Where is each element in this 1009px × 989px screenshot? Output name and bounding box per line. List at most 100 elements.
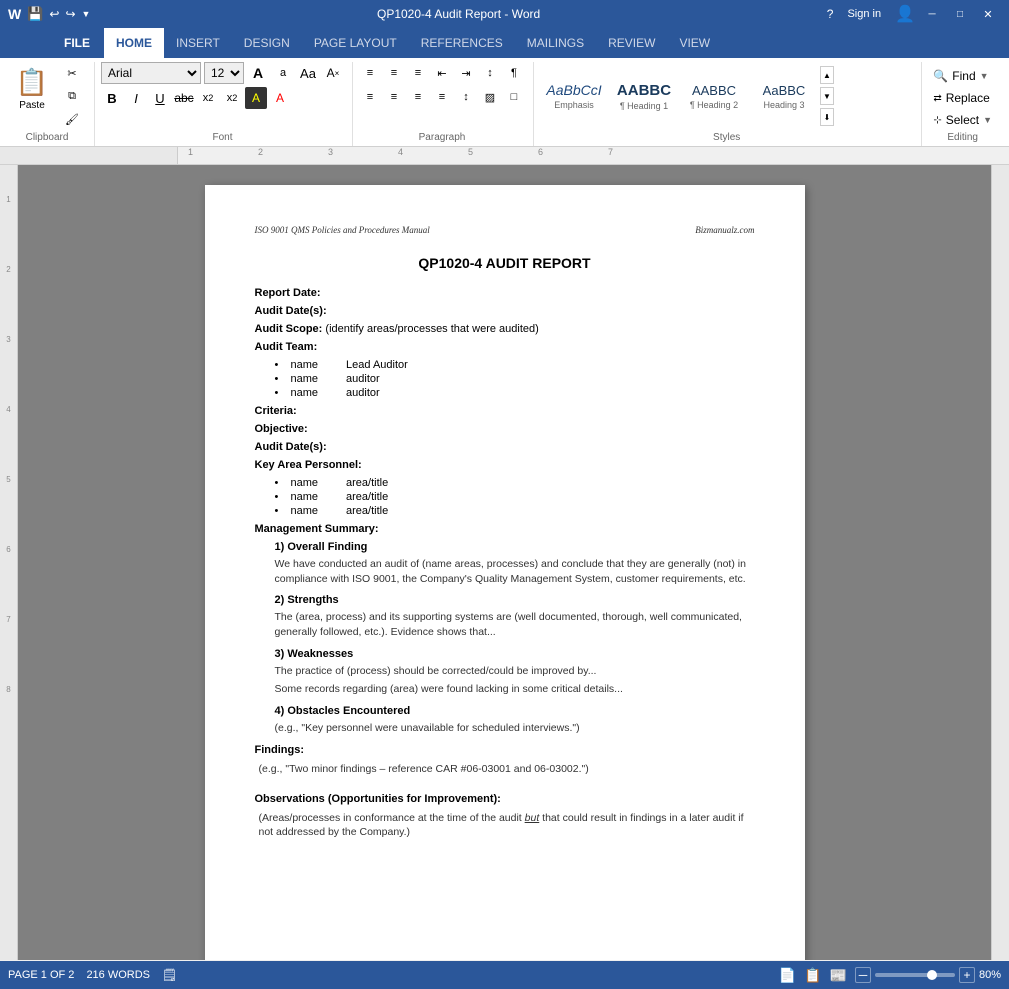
format-painter-button[interactable]: 🖌 — [58, 108, 86, 130]
minimize-btn[interactable]: ─ — [919, 5, 945, 23]
zoom-bar: ─ + 80% — [855, 967, 1001, 983]
styles-scroll-up[interactable]: ▲ — [820, 66, 834, 84]
bullets-btn[interactable]: ≡ — [359, 62, 381, 84]
styles-gallery: AaBbCcI Emphasis AABBC ¶ Heading 1 AABBC… — [540, 62, 913, 130]
tab-review[interactable]: REVIEW — [596, 28, 667, 58]
zoom-slider[interactable] — [875, 973, 955, 977]
clear-formatting-btn[interactable]: A× — [322, 62, 344, 84]
superscript-btn[interactable]: x2 — [221, 87, 243, 109]
team-role-2: auditor — [346, 373, 380, 385]
key-area-member-2: • name area/title — [275, 491, 755, 503]
tab-view[interactable]: VIEW — [667, 28, 722, 58]
ribbon-tabs: FILE HOME INSERT DESIGN PAGE LAYOUT REFE… — [0, 28, 1009, 58]
restore-btn[interactable]: □ — [947, 5, 973, 23]
tab-references[interactable]: REFERENCES — [409, 28, 515, 58]
style-heading2-preview: AABBC — [692, 83, 736, 98]
right-panel — [991, 165, 1009, 960]
team-name-1: name — [291, 359, 319, 371]
tab-file[interactable]: FILE — [50, 28, 104, 58]
find-arrow: ▼ — [980, 71, 989, 81]
underline-btn[interactable]: U — [149, 87, 171, 109]
shading-btn[interactable]: ▨ — [479, 86, 501, 108]
key-name-2: name — [291, 491, 319, 503]
key-bullet-1: • — [275, 477, 283, 489]
section-3-heading: 3) Weaknesses — [275, 648, 755, 660]
left-ruler-6: 6 — [0, 545, 17, 554]
quick-more[interactable]: ▼ — [82, 9, 91, 19]
font-name-select[interactable]: Arial — [101, 62, 201, 84]
section-1-heading: 1) Overall Finding — [275, 541, 755, 553]
view-read-btn[interactable]: 📰 — [830, 967, 847, 984]
ruler-mark-2: 2 — [258, 147, 263, 157]
document-page[interactable]: ISO 9001 QMS Policies and Procedures Man… — [205, 185, 805, 960]
style-heading3[interactable]: AaBBC Heading 3 — [750, 66, 818, 126]
audit-team-row: Audit Team: — [255, 341, 755, 353]
clipboard-group-content: 📋 Paste ✂ ⧉ 🖌 — [8, 62, 86, 130]
tab-home[interactable]: HOME — [104, 28, 164, 58]
copy-button[interactable]: ⧉ — [58, 85, 86, 107]
left-ruler-8: 8 — [0, 685, 17, 694]
font-size-select[interactable]: 12 — [204, 62, 244, 84]
tab-page-layout[interactable]: PAGE LAYOUT — [302, 28, 409, 58]
ruler-mark-4: 4 — [398, 147, 403, 157]
paste-icon: 📋 — [16, 67, 48, 98]
findings-label: Findings: — [255, 744, 305, 756]
align-center-btn[interactable]: ≡ — [383, 86, 405, 108]
zoom-plus-btn[interactable]: + — [959, 967, 975, 983]
help-btn[interactable]: ? — [827, 7, 834, 21]
grow-font-btn[interactable]: A — [247, 62, 269, 84]
paste-button[interactable]: 📋 Paste — [8, 62, 56, 116]
quick-undo[interactable]: ↩ — [49, 7, 59, 21]
tab-mailings[interactable]: MAILINGS — [515, 28, 596, 58]
increase-indent-btn[interactable]: ⇥ — [455, 62, 477, 84]
font-color-btn[interactable]: A — [269, 87, 291, 109]
align-left-btn[interactable]: ≡ — [359, 86, 381, 108]
bold-btn[interactable]: B — [101, 87, 123, 109]
border-btn[interactable]: □ — [503, 86, 525, 108]
observations-body: (Areas/processes in conformance at the t… — [259, 811, 755, 840]
change-case-btn[interactable]: Aa — [297, 62, 319, 84]
multilevel-btn[interactable]: ≡ — [407, 62, 429, 84]
zoom-minus-btn[interactable]: ─ — [855, 967, 871, 983]
view-print-btn[interactable]: 📄 — [779, 967, 796, 984]
quick-redo[interactable]: ↪ — [65, 7, 75, 21]
para-row1: ≡ ≡ ≡ ⇤ ⇥ ↕ ¶ — [359, 62, 525, 84]
italic-btn[interactable]: I — [125, 87, 147, 109]
show-hide-btn[interactable]: ¶ — [503, 62, 525, 84]
team-member-2: • name auditor — [275, 373, 755, 385]
tab-design[interactable]: DESIGN — [232, 28, 302, 58]
sort-btn[interactable]: ↕ — [479, 62, 501, 84]
quick-save[interactable]: 💾 — [27, 6, 43, 22]
select-btn[interactable]: ⊹ Select ▼ — [928, 110, 997, 130]
align-right-btn[interactable]: ≡ — [407, 86, 429, 108]
clipboard-group: 📋 Paste ✂ ⧉ 🖌 Clipboard — [4, 62, 95, 146]
style-heading2[interactable]: AABBC ¶ Heading 2 — [680, 66, 748, 126]
section-3-body2: Some records regarding (area) were found… — [275, 682, 755, 697]
decrease-indent-btn[interactable]: ⇤ — [431, 62, 453, 84]
sign-in[interactable]: Sign in — [847, 8, 881, 20]
styles-scroll-down[interactable]: ▼ — [820, 87, 834, 105]
styles-scroll: ▲ ▼ ⬇ — [820, 66, 834, 126]
style-heading1[interactable]: AABBC ¶ Heading 1 — [610, 66, 678, 126]
justify-btn[interactable]: ≡ — [431, 86, 453, 108]
font-row1: Arial 12 A a Aa A× — [101, 62, 344, 84]
view-web-btn[interactable]: 📋 — [804, 967, 821, 984]
strikethrough-btn[interactable]: abc — [173, 87, 195, 109]
line-spacing-btn[interactable]: ↕ — [455, 86, 477, 108]
find-btn[interactable]: 🔍 Find ▼ — [928, 66, 993, 86]
cut-button[interactable]: ✂ — [58, 62, 86, 84]
close-btn[interactable]: ✕ — [975, 5, 1001, 23]
font-group: Arial 12 A a Aa A× B I U abc x2 x2 — [97, 62, 353, 146]
numbering-btn[interactable]: ≡ — [383, 62, 405, 84]
report-date-row: Report Date: — [255, 287, 755, 299]
shrink-font-btn[interactable]: a — [272, 62, 294, 84]
replace-btn[interactable]: ⇄ Replace — [928, 88, 994, 108]
left-ruler: 1 2 3 4 5 6 7 8 — [0, 165, 18, 960]
styles-scroll-more[interactable]: ⬇ — [820, 108, 834, 126]
key-name-1: name — [291, 477, 319, 489]
tab-insert[interactable]: INSERT — [164, 28, 232, 58]
section-3: 3) Weaknesses The practice of (process) … — [275, 648, 755, 697]
text-highlight-btn[interactable]: A — [245, 87, 267, 109]
subscript-btn[interactable]: x2 — [197, 87, 219, 109]
style-emphasis[interactable]: AaBbCcI Emphasis — [540, 66, 608, 126]
